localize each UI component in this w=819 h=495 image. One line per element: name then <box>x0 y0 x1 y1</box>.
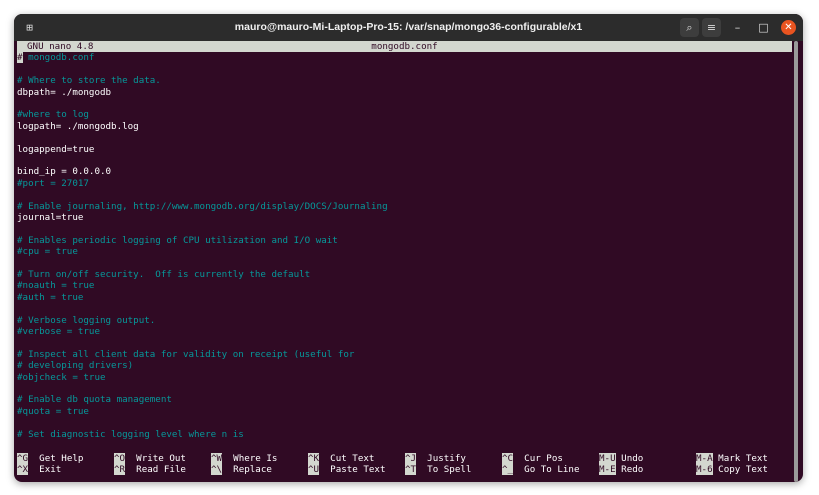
shortcut-gap <box>416 464 427 475</box>
shortcut-gap <box>125 464 136 475</box>
editor-line[interactable]: #cpu = true <box>17 246 78 257</box>
editor-line[interactable]: # Enable db quota management <box>17 394 172 405</box>
editor-line[interactable]: # Enables periodic logging of CPU utiliz… <box>17 235 338 246</box>
shortcut-label: Write Out <box>136 453 186 464</box>
terminal-area[interactable]: GNU nano 4.8 mongodb.conf # mongodb.conf… <box>14 41 803 482</box>
editor-line[interactable]: #port = 27017 <box>17 178 89 189</box>
shortcut-item[interactable]: ^C Cur Pos <box>502 453 563 464</box>
shortcut-label: Get Help <box>39 453 84 464</box>
shortcut-item[interactable]: ^U Paste Text <box>308 464 386 476</box>
shortcut-item[interactable]: ^T To Spell <box>405 464 472 476</box>
shortcut-gap <box>222 464 233 475</box>
editor-line[interactable]: #noauth = true <box>17 280 94 291</box>
editor-line[interactable]: logpath= ./mongodb.log <box>17 121 139 132</box>
editor-line[interactable]: logappend=true <box>17 144 94 155</box>
shortcut-gap <box>222 453 233 464</box>
editor-line[interactable]: #objcheck = true <box>17 372 106 383</box>
shortcut-item[interactable]: ^G Get Help <box>17 453 83 464</box>
search-icon[interactable]: ⌕ <box>680 18 699 37</box>
shortcut-gap <box>28 453 39 464</box>
shortcut-item[interactable]: ^J Justify <box>405 453 466 464</box>
editor-line[interactable]: bind_ip = 0.0.0.0 <box>17 166 111 177</box>
shortcut-label: Copy Text <box>718 464 768 476</box>
shortcut-key: ^K <box>308 453 320 464</box>
shortcut-item[interactable]: ^R Read File <box>114 464 186 476</box>
editor-line[interactable]: # Turn on/off security. Off is currently… <box>17 269 310 280</box>
shortcut-label: Cut Text <box>330 453 375 464</box>
editor-line[interactable]: # Set diagnostic logging level where n i… <box>17 429 244 440</box>
minimize-icon[interactable]: – <box>728 18 747 37</box>
shortcut-label: Justify <box>427 453 466 464</box>
editor-line[interactable]: dbpath= ./mongodb <box>17 87 111 98</box>
close-icon[interactable]: ✕ <box>781 20 796 35</box>
scrollbar-thumb[interactable] <box>794 41 798 482</box>
shortcut-key: M-E <box>599 464 616 476</box>
maximize-icon[interactable]: □ <box>754 18 773 37</box>
shortcut-item[interactable]: ^W Where Is <box>211 453 277 464</box>
editor-line[interactable]: # Enable journaling, http://www.mongodb.… <box>17 201 388 212</box>
shortcut-item[interactable]: ^_ Go To Line <box>502 464 580 476</box>
shortcut-key: ^O <box>114 453 126 464</box>
shortcut-key: ^_ <box>502 464 514 476</box>
shortcut-label: Redo <box>621 464 644 476</box>
shortcut-key: M-A <box>696 453 713 464</box>
editor-line[interactable]: # developing drivers) <box>17 360 133 371</box>
shortcut-key: ^U <box>308 464 320 476</box>
editor-line-1[interactable]: # mongodb.conf <box>17 52 95 64</box>
shortcut-item[interactable]: ^K Cut Text <box>308 453 374 464</box>
editor-line[interactable]: # Where to store the data. <box>17 75 161 86</box>
hamburger-menu-icon[interactable]: ≡ <box>702 18 721 37</box>
shortcut-item[interactable]: ^\ Replace <box>211 464 272 476</box>
shortcut-item[interactable]: M-E Redo <box>599 464 644 476</box>
editor-line[interactable]: #verbose = true <box>17 326 100 337</box>
shortcut-item[interactable]: M-6 Copy Text <box>696 464 768 476</box>
shortcut-item[interactable]: ^X Exit <box>17 464 62 476</box>
title-bar[interactable]: ⊞ mauro@mauro-Mi-Laptop-Pro-15: /var/sna… <box>14 14 803 41</box>
shortcut-label: Undo <box>621 453 644 464</box>
shortcut-gap <box>513 464 524 475</box>
editor-line-text: mongodb.conf <box>22 52 95 64</box>
shortcut-key: ^\ <box>211 464 223 476</box>
shortcut-key: ^C <box>502 453 514 464</box>
shortcut-key: ^R <box>114 464 126 476</box>
shortcut-label: Mark Text <box>718 453 768 464</box>
shortcut-label: Read File <box>136 464 186 476</box>
shortcut-label: Go To Line <box>524 464 580 476</box>
editor-line[interactable]: #auth = true <box>17 292 83 303</box>
shortcut-label: Exit <box>39 464 62 476</box>
shortcut-gap <box>28 464 39 475</box>
shortcut-key: ^T <box>405 464 417 476</box>
editor-line[interactable]: # Verbose logging output. <box>17 315 155 326</box>
editor-line[interactable]: journal=true <box>17 212 83 223</box>
shortcut-gap <box>319 464 330 475</box>
scrollbar[interactable] <box>794 41 798 482</box>
shortcut-label: Replace <box>233 464 272 476</box>
editor-line[interactable]: #where to log <box>17 109 89 120</box>
shortcut-key: ^W <box>211 453 223 464</box>
terminal-window: ⊞ mauro@mauro-Mi-Laptop-Pro-15: /var/sna… <box>14 14 803 482</box>
shortcut-key: M-6 <box>696 464 713 476</box>
shortcut-key: ^X <box>17 464 29 476</box>
editor-line[interactable]: #quota = true <box>17 406 89 417</box>
shortcut-key: ^J <box>405 453 417 464</box>
nano-header-bar: GNU nano 4.8 mongodb.conf <box>17 41 792 53</box>
shortcut-key: ^G <box>17 453 29 464</box>
shortcut-item[interactable]: ^O Write Out <box>114 453 186 464</box>
shortcut-label: To Spell <box>427 464 472 476</box>
shortcut-label: Where Is <box>233 453 278 464</box>
editor-line[interactable]: # Inspect all client data for validity o… <box>17 349 354 360</box>
shortcut-item[interactable]: M-A Mark Text <box>696 453 768 464</box>
shortcut-gap <box>416 453 427 464</box>
shortcut-key: M-U <box>599 453 616 464</box>
shortcut-gap <box>319 453 330 464</box>
shortcut-gap <box>125 453 136 464</box>
shortcut-label: Cur Pos <box>524 453 563 464</box>
shortcut-label: Paste Text <box>330 464 386 476</box>
shortcut-gap <box>513 453 524 464</box>
nano-filename: mongodb.conf <box>371 41 438 52</box>
shortcut-item[interactable]: M-U Undo <box>599 453 643 464</box>
